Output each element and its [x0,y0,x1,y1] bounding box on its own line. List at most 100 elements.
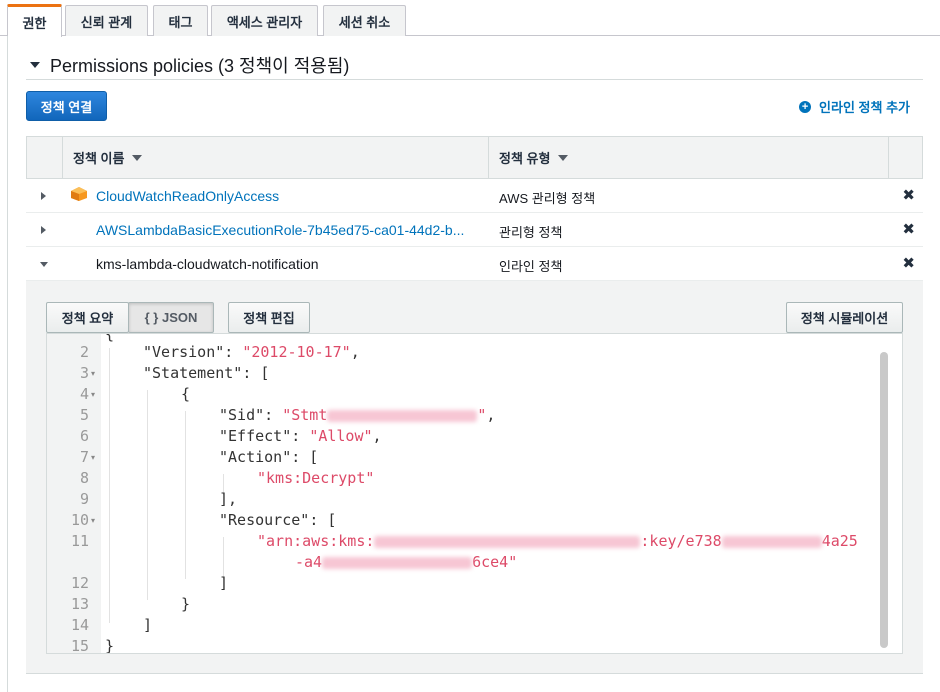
expand-row-icon[interactable] [41,192,46,200]
code-line: "Resource": [ [219,511,337,529]
line-number: 10 [70,511,89,529]
policy-type: 인라인 정책 [499,259,563,274]
divider [26,79,923,80]
json-string: "Stmt [282,406,328,424]
simulate-policy-button[interactable]: 정책 시뮬레이션 [786,302,903,333]
tab-trust-relationships[interactable]: 신뢰 관계 [65,5,148,36]
sort-caret-icon [558,154,569,161]
line-number: 8 [79,469,89,487]
code-line: ] [143,616,153,634]
code-line: "arn:aws:kms: :key/e738 4a25 [257,532,858,550]
json-view-button[interactable]: { } JSON [128,302,214,333]
json-string: 4a25 [821,532,858,550]
line-number: 15 [70,637,89,654]
code-line: ] [219,574,229,592]
policy-name-link[interactable]: AWSLambdaBasicExecutionRole-7b45ed75-ca0… [96,222,464,238]
remove-policy-icon[interactable]: ✖ [902,220,915,238]
json-string: "Allow" [309,427,373,445]
indent-guide [147,390,148,600]
json-key: "Statement" [143,364,243,382]
section-title: Permissions policies (3 정책이 적용됨) [50,56,350,76]
json-string: :key/e738 [640,532,722,550]
line-number: 5 [79,406,89,424]
indent-guide [223,537,224,579]
aws-managed-policy-icon [71,187,87,201]
column-separator [62,137,63,178]
policy-type: AWS 관리형 정책 [499,191,596,206]
policy-summary-button[interactable]: 정책 요약 [46,302,129,333]
attach-policy-button[interactable]: 정책 연결 [26,91,107,121]
column-label: 정책 이름 [73,151,125,166]
add-inline-policy-link[interactable]: + 인라인 정책 추가 [799,97,910,116]
sort-caret-icon [132,154,143,161]
tab-revoke-sessions[interactable]: 세션 취소 [323,5,406,36]
permissions-policies-toggle[interactable]: Permissions policies (3 정책이 적용됨) [30,52,349,78]
code-line: { [181,385,191,403]
line-number: 4 [79,385,89,403]
json-string: "arn:aws:kms: [257,532,375,550]
expand-row-icon[interactable] [41,226,46,234]
json-code-editor[interactable]: { 2 3 ▾ 4 ▾ 5 6 7 ▾ 8 9 10 ▾ 11 12 13 14… [46,333,903,654]
code-line: "Action": [ [219,448,319,466]
json-key: "Version" [143,343,225,361]
line-number: 3 [79,364,89,382]
code-line: "kms:Decrypt" [257,469,374,487]
code-line: -a4 6ce4" [295,553,517,571]
policy-name: kms-lambda-cloudwatch-notification [96,256,319,272]
line-number: 11 [70,532,89,550]
tab-access-advisor[interactable]: 액세스 관리자 [211,5,318,36]
collapse-row-icon[interactable] [40,262,48,267]
code-line: } [181,595,191,613]
caret-down-icon [30,62,40,68]
indent-guide [109,348,110,623]
code-line: { [105,333,115,343]
edit-policy-button[interactable]: 정책 편집 [228,302,310,333]
remove-policy-icon[interactable]: ✖ [902,186,915,204]
fold-icon[interactable]: ▾ [91,516,95,525]
column-separator [888,137,889,178]
fold-icon[interactable]: ▾ [91,390,95,399]
json-string: -a4 [295,553,323,571]
tab-tags[interactable]: 태그 [153,5,208,36]
line-number: 12 [70,574,89,592]
remove-policy-icon[interactable]: ✖ [902,254,915,272]
column-policy-name[interactable]: 정책 이름 [73,137,143,178]
line-number: 2 [79,343,89,361]
code-line: } [105,637,115,654]
code-line: "Effect": "Allow", [219,427,382,445]
divider [26,673,923,674]
table-row: AWSLambdaBasicExecutionRole-7b45ed75-ca0… [26,213,923,247]
fold-icon[interactable]: ▾ [91,453,95,462]
code-line: "Sid": "Stmt ", [219,406,496,424]
policy-type: 관리형 정책 [499,225,563,240]
json-key: "Resource" [219,511,310,529]
column-separator [488,137,489,178]
policy-detail-panel: 정책 요약 { } JSON 정책 편집 정책 시뮬레이션 { 2 3 ▾ 4 … [26,281,923,674]
table-row: kms-lambda-cloudwatch-notification 인라인 정… [26,247,923,281]
add-inline-policy-label: 인라인 정책 추가 [819,100,910,115]
column-label: 정책 유형 [499,151,551,166]
policy-name-link[interactable]: CloudWatchReadOnlyAccess [96,188,279,204]
editor-scrollbar[interactable] [880,352,888,648]
line-number: 13 [70,595,89,613]
json-key: "Action" [219,448,292,466]
redacted-mask [322,556,473,569]
json-string: 6ce4" [472,553,518,571]
panel-border [7,36,8,692]
policies-table-header: 정책 이름 정책 유형 [26,136,923,179]
line-number: 9 [79,490,89,508]
line-number: 6 [79,427,89,445]
redacted-mask [327,409,478,422]
indent-guide [185,411,186,579]
redacted-mask [721,535,822,548]
code-line: "Version": "2012-10-17", [143,343,360,361]
column-policy-type[interactable]: 정책 유형 [499,137,569,178]
fold-icon[interactable]: ▾ [91,369,95,378]
code-line: ], [219,490,238,508]
line-number: 14 [70,616,89,634]
tab-permissions[interactable]: 권한 [7,4,62,37]
json-key: "Sid" [219,406,265,424]
plus-circle-icon: + [799,100,812,113]
tab-bar: 권한 신뢰 관계 태그 액세스 관리자 세션 취소 [0,0,940,37]
json-string: "kms:Decrypt" [257,469,375,487]
